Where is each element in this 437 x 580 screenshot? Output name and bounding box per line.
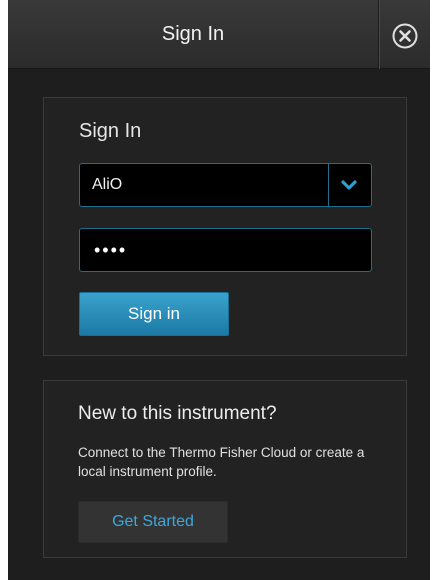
- new-instrument-heading: New to this instrument?: [78, 403, 277, 424]
- sign-in-panel: Sign In AliO •••• Sign in: [43, 97, 407, 356]
- new-instrument-description: Connect to the Thermo Fisher Cloud or cr…: [78, 445, 365, 479]
- close-circle-icon[interactable]: [392, 23, 418, 49]
- sign-in-button[interactable]: Sign in: [79, 292, 229, 336]
- password-masked-value: ••••: [94, 240, 128, 260]
- username-dropdown[interactable]: AliO: [79, 163, 372, 207]
- password-field[interactable]: ••••: [79, 228, 372, 272]
- new-instrument-panel: New to this instrument? Connect to the T…: [43, 380, 407, 558]
- get-started-button[interactable]: Get Started: [78, 501, 228, 543]
- title-bar: Sign In: [8, 0, 430, 69]
- chevron-down-icon[interactable]: [335, 174, 363, 196]
- sign-in-dialog: Sign In Sign In AliO •••• Sign in New to…: [8, 0, 430, 580]
- dropdown-divider: [328, 164, 329, 206]
- close-button[interactable]: [378, 0, 430, 69]
- username-value: AliO: [92, 176, 123, 193]
- dialog-title: Sign In: [161, 23, 225, 45]
- sign-in-heading: Sign In: [79, 120, 142, 142]
